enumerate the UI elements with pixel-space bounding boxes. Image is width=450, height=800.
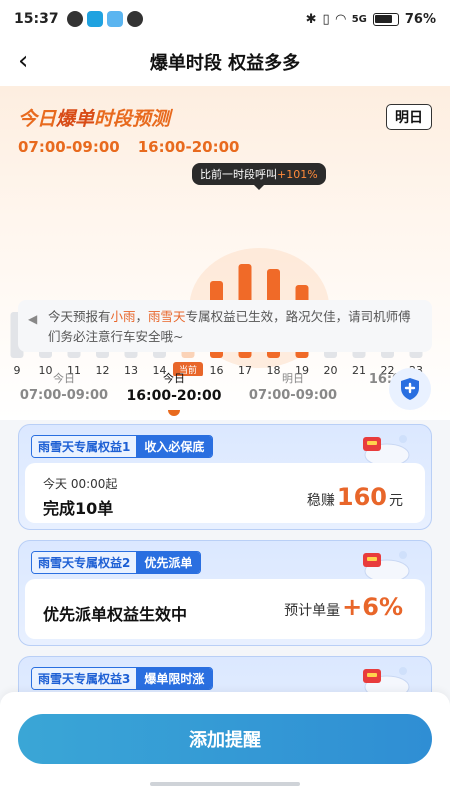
status-bar: 15:37 ✱ ▯ ◠ 5G 76%: [0, 0, 450, 38]
benefit-tag-type: 爆单限时涨: [136, 668, 213, 689]
reward-label: 预计单量: [284, 603, 341, 619]
tab-tomorrow-morning[interactable]: 明日 07:00-09:00: [243, 370, 343, 403]
notice-rain: 小雨: [110, 309, 136, 324]
notice-text-1: 今天预报有: [48, 309, 111, 324]
benefit-reward: 稳赚 160 元: [307, 483, 403, 511]
notice-text-2: ，: [135, 309, 149, 324]
peak-range-1: 07:00-09:00: [18, 138, 120, 156]
reward-unit: 元: [389, 493, 403, 509]
page-title: 爆单时段 权益多多: [149, 53, 301, 74]
nav-bar: ‹ 爆单时段 权益多多: [0, 38, 450, 86]
tomorrow-button[interactable]: 明日: [386, 104, 432, 130]
tab-today-morning[interactable]: 今日 07:00-09:00: [14, 370, 114, 403]
app-notification-icon: [86, 11, 103, 27]
tab-day-label: 今日: [163, 372, 185, 385]
call-increase-tooltip: 比前一时段呼叫+101%: [192, 163, 326, 190]
gift-piggy-icon: [363, 435, 410, 467]
tab-range-label: 07:00-09:00: [248, 388, 338, 403]
reward-value: +6%: [342, 593, 403, 621]
tooltip-percent: +101%: [277, 168, 318, 181]
benefit-reward: 预计单量 +6%: [284, 593, 403, 621]
bluetooth-icon: ✱: [305, 11, 317, 27]
weather-notice: ◀ 今天预报有小雨，雨雪天专属权益已生效，路况欠佳，请司机师傅们务必注意行车安全…: [18, 300, 432, 352]
vibrate-icon: ▯: [322, 11, 330, 27]
benefit-tag-type: 收入必保底: [136, 436, 213, 457]
tab-range-label: 16:00-20:00: [126, 388, 222, 404]
benefit-tag-name: 雨雪天专属权益1: [32, 436, 137, 457]
benefit-tag: 雨雪天专属权益3 爆单限时涨: [31, 667, 214, 690]
status-time: 15:37: [14, 11, 59, 27]
wifi-icon: ◠: [335, 11, 346, 27]
notice-weather: 雨雪天: [148, 309, 186, 324]
forecast-title-highlight: 爆单: [56, 108, 95, 130]
benefit-start-time: 今天 00:00起: [43, 477, 118, 491]
benefit-tag-name: 雨雪天专属权益2: [32, 552, 137, 573]
benefit-tag: 雨雪天专属权益1 收入必保底: [31, 435, 214, 458]
benefit-requirement: 完成10单: [43, 499, 114, 518]
battery-icon: [372, 12, 399, 26]
forecast-panel: 今日爆单时段预测 明日 07:00-09:00 16:00-20:00 比前一时…: [0, 86, 450, 420]
benefit-tag-type: 优先派单: [136, 552, 201, 573]
add-reminder-button[interactable]: 添加提醒: [18, 714, 432, 764]
peak-range-2: 16:00-20:00: [137, 138, 240, 156]
tab-range-label: 07:00-09:00: [19, 388, 109, 403]
benefit-card-body: 优先派单权益生效中 预计单量 +6%: [25, 579, 425, 639]
tab-today-evening[interactable]: 今日 16:00-20:00: [126, 370, 222, 404]
benefit-card-1[interactable]: 雨雪天专属权益1 收入必保底 今天 00:00起 完成10单 稳赚 160 元: [18, 424, 432, 530]
time-tabs: 今日 07:00-09:00 今日 16:00-20:00 明日 07:00-0…: [0, 370, 450, 418]
benefit-card-2[interactable]: 雨雪天专属权益2 优先派单 优先派单权益生效中 预计单量 +6%: [18, 540, 432, 646]
forecast-title: 今日爆单时段预测: [18, 104, 170, 131]
benefit-tag-name: 雨雪天专属权益3: [32, 668, 137, 689]
forecast-title-suffix: 时段预测: [94, 108, 171, 130]
battery-percent: 76%: [404, 11, 436, 27]
weather-icon: [106, 11, 123, 27]
chat-icon: [126, 11, 143, 27]
tab-day-label: 明日: [282, 372, 304, 385]
back-button[interactable]: ‹: [18, 48, 28, 74]
gift-piggy-icon: [363, 551, 410, 583]
speaker-icon: ◀: [28, 312, 38, 326]
signal-icon: 5G: [351, 13, 367, 25]
shield-icon[interactable]: [389, 368, 431, 410]
bottom-action-bar: 添加提醒: [0, 692, 450, 800]
forecast-title-prefix: 今日: [18, 108, 57, 130]
tooltip-text: 比前一时段呼叫: [200, 168, 277, 181]
reward-label: 稳赚: [306, 493, 335, 509]
tab-day-label: 今日: [53, 372, 75, 385]
reward-value: 160: [336, 483, 387, 511]
benefit-card-body: 今天 00:00起 完成10单 稳赚 160 元: [25, 463, 425, 523]
active-tab-indicator: [168, 410, 180, 416]
alarm-icon: [66, 11, 83, 27]
home-indicator: [150, 782, 300, 786]
peak-time-ranges: 07:00-09:00 16:00-20:00: [18, 138, 239, 156]
benefit-requirement: 优先派单权益生效中: [43, 605, 188, 624]
benefit-tag: 雨雪天专属权益2 优先派单: [31, 551, 202, 574]
